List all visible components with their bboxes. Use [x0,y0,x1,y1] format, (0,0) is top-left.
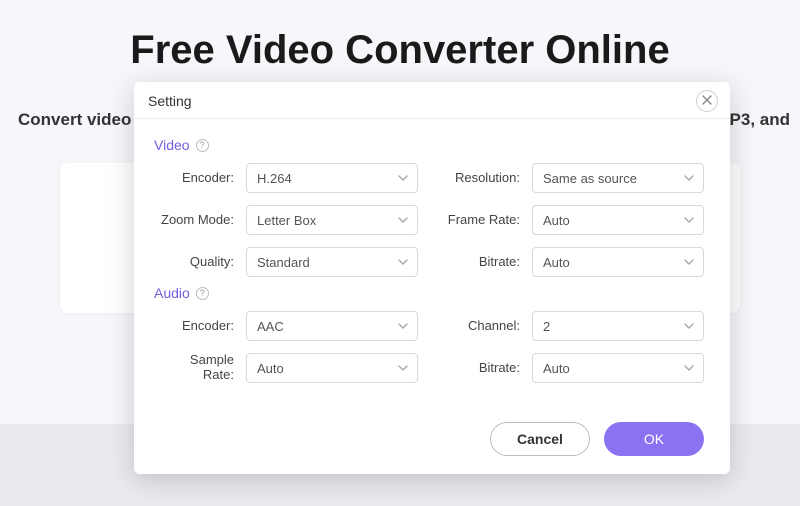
audio-bitrate-select[interactable]: Auto [532,353,704,383]
chevron-down-icon [397,214,409,226]
close-icon [702,92,712,110]
resolution-label: Resolution: [426,171,524,186]
video-bitrate-label: Bitrate: [426,255,524,270]
chevron-down-icon [683,256,695,268]
quality-label: Quality: [160,255,238,270]
page-title: Free Video Converter Online [0,28,800,73]
page-subtitle-left: Convert video [18,110,131,130]
chevron-down-icon [397,320,409,332]
chevron-down-icon [683,362,695,374]
video-bitrate-select[interactable]: Auto [532,247,704,277]
resolution-value: Same as source [543,171,637,186]
frame-rate-select[interactable]: Auto [532,205,704,235]
frame-rate-label: Frame Rate: [426,213,524,228]
cancel-button[interactable]: Cancel [490,422,590,456]
modal-footer: Cancel OK [134,410,730,474]
audio-section-title: Audio ? [154,285,712,301]
frame-rate-value: Auto [543,213,570,228]
audio-settings-grid: Encoder: AAC Channel: 2 Sample Rate: Aut… [160,311,712,383]
page-root: Free Video Converter Online Convert vide… [0,0,800,506]
channel-value: 2 [543,319,550,334]
zoom-mode-label: Zoom Mode: [160,213,238,228]
audio-encoder-select[interactable]: AAC [246,311,418,341]
resolution-select[interactable]: Same as source [532,163,704,193]
chevron-down-icon [683,214,695,226]
video-section-title: Video ? [154,137,712,153]
quality-select[interactable]: Standard [246,247,418,277]
chevron-down-icon [397,172,409,184]
modal-header: Setting [134,82,730,119]
video-encoder-value: H.264 [257,171,292,186]
zoom-mode-select[interactable]: Letter Box [246,205,418,235]
video-section-label: Video [154,137,190,153]
channel-label: Channel: [426,319,524,334]
close-button[interactable] [696,90,718,112]
chevron-down-icon [397,256,409,268]
audio-bitrate-label: Bitrate: [426,361,524,376]
chevron-down-icon [683,320,695,332]
audio-section-label: Audio [154,285,190,301]
audio-encoder-value: AAC [257,319,284,334]
modal-body: Video ? Encoder: H.264 Resolution: Same … [134,119,730,410]
help-icon[interactable]: ? [196,139,209,152]
chevron-down-icon [397,362,409,374]
audio-bitrate-value: Auto [543,361,570,376]
video-bitrate-value: Auto [543,255,570,270]
encoder-label: Encoder: [160,171,238,186]
audio-encoder-label: Encoder: [160,319,238,334]
channel-select[interactable]: 2 [532,311,704,341]
modal-title: Setting [148,93,192,109]
page-subtitle-right: P3, and [730,110,790,130]
sample-rate-label: Sample Rate: [160,353,238,383]
video-encoder-select[interactable]: H.264 [246,163,418,193]
sample-rate-value: Auto [257,361,284,376]
video-settings-grid: Encoder: H.264 Resolution: Same as sourc… [160,163,712,277]
settings-modal: Setting Video ? Encoder: H.264 Resolutio… [134,82,730,474]
quality-value: Standard [257,255,310,270]
help-icon[interactable]: ? [196,287,209,300]
zoom-mode-value: Letter Box [257,213,316,228]
ok-button[interactable]: OK [604,422,704,456]
sample-rate-select[interactable]: Auto [246,353,418,383]
chevron-down-icon [683,172,695,184]
